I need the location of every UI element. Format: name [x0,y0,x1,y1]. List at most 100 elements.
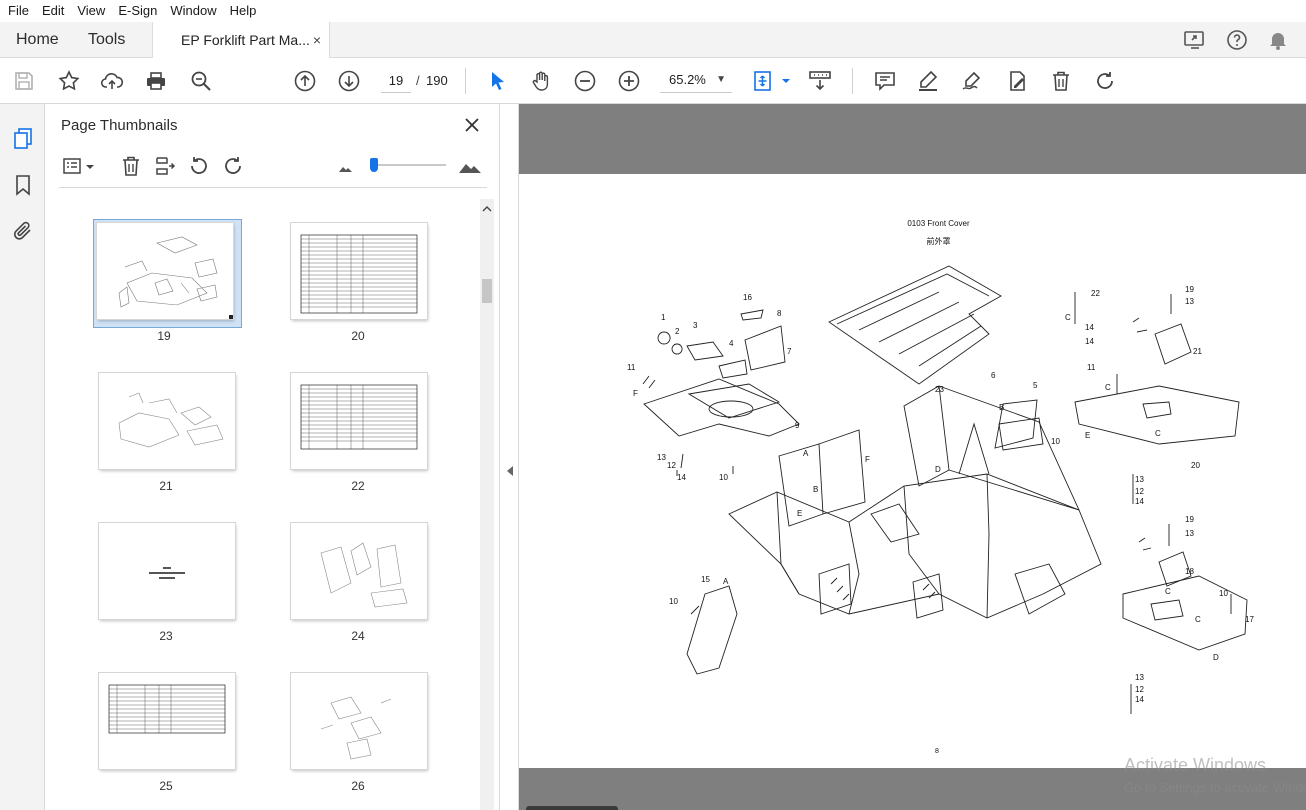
svg-text:E: E [1085,431,1090,440]
menu-edit[interactable]: Edit [37,0,69,22]
page-separator: / [416,73,420,88]
svg-text:8: 8 [777,309,782,318]
svg-text:12: 12 [1135,685,1144,694]
large-thumbnails-icon[interactable] [458,154,482,178]
fit-page-dropdown-icon[interactable] [774,69,790,93]
comment-icon[interactable] [873,69,897,93]
thumbnail-page-20[interactable]: 20 [287,219,429,343]
notification-bell-icon[interactable] [1266,28,1290,52]
next-page-edge [526,806,618,810]
scroll-up-arrow-icon[interactable] [482,201,492,212]
delete-trash-icon[interactable] [1049,69,1073,93]
upload-cloud-icon[interactable] [100,69,124,93]
small-thumbnails-icon[interactable] [335,154,359,178]
thumbnail-page-25[interactable]: 25 [95,669,237,793]
zoom-out-icon[interactable] [573,69,597,93]
zoom-level-select[interactable]: 65.2% ▼ [660,69,732,93]
zoom-in-icon[interactable] [617,69,641,93]
menu-view[interactable]: View [72,0,110,22]
document-page-number: 8 [935,748,939,755]
thumbnail-list: 19 20 21 22 23 24 25 26 [45,199,500,810]
chevron-down-icon: ▼ [716,74,726,85]
menu-window[interactable]: Window [165,0,221,22]
thumbnail-label: 24 [351,629,365,643]
svg-text:12: 12 [1135,487,1144,496]
page-thumbnails-icon[interactable] [11,126,35,150]
menu-bar: File Edit View E-Sign Window Help [0,0,1306,22]
svg-text:22: 22 [1091,289,1100,298]
scrollbar-thumb[interactable] [482,279,492,303]
collapse-panel-strip[interactable] [500,104,519,810]
thumbnail-label: 20 [351,329,365,343]
thumbnail-label: 25 [159,779,173,793]
bookmark-star-icon[interactable] [57,69,81,93]
menu-help[interactable]: Help [225,0,262,22]
menu-esign[interactable]: E-Sign [113,0,162,22]
svg-text:D: D [935,465,941,474]
draw-freehand-icon[interactable] [960,69,984,93]
select-cursor-icon[interactable] [486,69,510,93]
scroll-mode-icon[interactable] [808,69,832,93]
thumbnail-page-24[interactable]: 24 [287,519,429,643]
svg-text:13: 13 [1185,529,1194,538]
svg-text:11: 11 [627,363,636,372]
thumbnail-size-slider-handle[interactable] [370,158,378,172]
share-screen-icon[interactable] [1183,28,1207,52]
close-panel-icon[interactable] [461,114,483,136]
thumbnail-image [291,523,427,619]
svg-text:19: 19 [1185,515,1194,524]
search-zoom-icon[interactable] [189,69,213,93]
page-total: 190 [426,73,448,88]
thumbnail-page-21[interactable]: 21 [95,369,237,493]
close-tab-icon[interactable]: × [313,22,321,58]
thumbnail-page-26[interactable]: 26 [287,669,429,793]
thumbnail-image [291,673,427,769]
options-chevron-down-icon[interactable] [85,154,95,178]
svg-text:F: F [865,455,870,464]
page-number-input[interactable] [381,69,411,93]
previous-page-icon[interactable] [293,69,317,93]
svg-text:21: 21 [1193,347,1202,356]
viewer-background [519,104,1306,174]
fit-page-icon[interactable] [752,69,776,93]
thumbnail-image [99,373,235,469]
svg-text:A: A [723,577,729,586]
svg-text:13: 13 [1185,297,1194,306]
thumbnail-image [99,673,235,769]
thumbnail-options-icon[interactable] [61,154,85,178]
svg-text:5: 5 [1033,381,1038,390]
delete-page-icon[interactable] [119,154,143,178]
tab-document[interactable]: EP Forklift Part Ma... × [152,22,330,59]
main-toolbar: / 190 65.2% ▼ [0,58,1306,104]
tab-bar: Home Tools EP Forklift Part Ma... × [0,22,1306,59]
rotate-clockwise-icon[interactable] [221,154,245,178]
rotate-counterclockwise-icon[interactable] [187,154,211,178]
rotate-redo-icon[interactable] [1093,69,1117,93]
attachments-paperclip-icon[interactable] [11,219,35,243]
tab-tools[interactable]: Tools [88,22,125,58]
svg-text:C: C [1105,383,1111,392]
thumbnail-size-slider[interactable] [370,164,446,166]
svg-text:10: 10 [1051,437,1060,446]
bookmarks-icon[interactable] [11,173,35,197]
collapse-arrow-icon[interactable] [505,464,515,478]
highlight-pen-icon[interactable] [916,69,940,93]
thumbnail-page-23[interactable]: 23 [95,519,237,643]
panel-divider [59,187,487,188]
thumbnails-toolbar [45,150,500,186]
menu-file[interactable]: File [3,0,34,22]
thumbnail-page-22[interactable]: 22 [287,369,429,493]
thumbnail-page-19[interactable]: 19 [93,219,242,343]
hand-tool-icon[interactable] [529,69,553,93]
next-page-icon[interactable] [337,69,361,93]
save-icon[interactable] [12,69,36,93]
thumbnail-scrollbar[interactable] [480,199,494,810]
svg-text:B: B [999,403,1004,412]
extract-page-icon[interactable] [153,154,177,178]
tab-home[interactable]: Home [16,22,59,58]
help-icon[interactable] [1225,28,1249,52]
edit-document-icon[interactable] [1005,69,1029,93]
svg-text:4: 4 [729,339,734,348]
print-icon[interactable] [144,69,168,93]
svg-text:18: 18 [1185,567,1194,576]
